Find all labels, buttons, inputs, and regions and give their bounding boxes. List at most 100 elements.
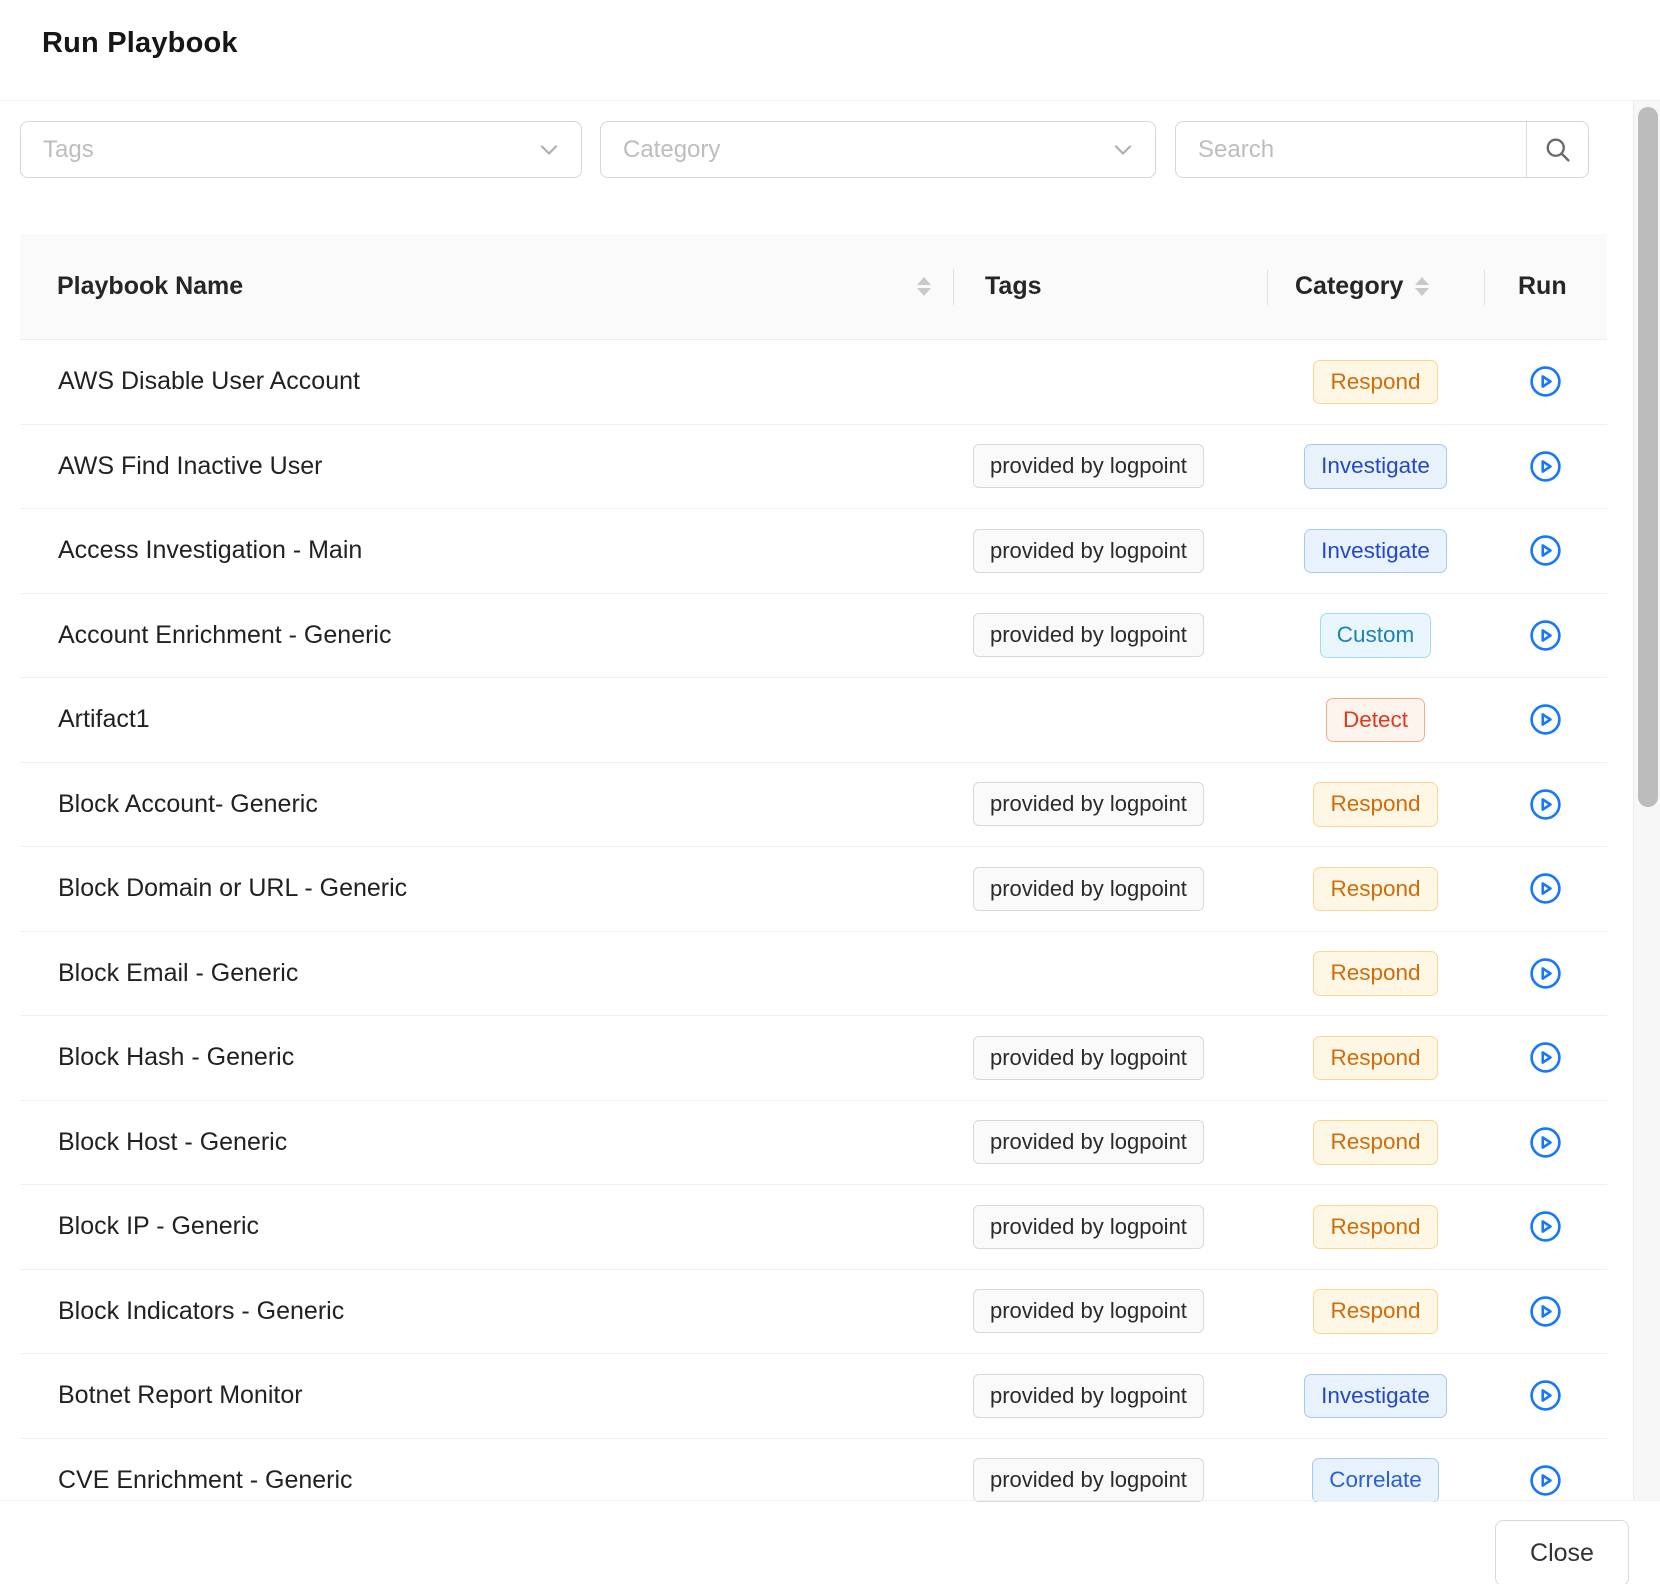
category-badge: Respond	[1313, 1289, 1437, 1334]
playbook-name: CVE Enrichment - Generic	[20, 1466, 953, 1495]
category-cell: Respond	[1267, 867, 1484, 912]
play-circle-icon	[1529, 365, 1562, 398]
category-badge: Investigate	[1304, 1374, 1447, 1419]
play-circle-icon	[1529, 1379, 1562, 1412]
tags-cell: provided by logpoint	[953, 867, 1267, 911]
run-playbook-button[interactable]	[1529, 957, 1562, 990]
category-cell: Respond	[1267, 951, 1484, 996]
column-divider	[953, 269, 954, 305]
run-cell	[1484, 619, 1607, 652]
playbook-name: Block Account- Generic	[20, 790, 953, 819]
run-playbook-button[interactable]	[1529, 1041, 1562, 1074]
search-button[interactable]	[1526, 122, 1588, 177]
category-filter-select[interactable]	[600, 121, 1156, 178]
tags-cell: provided by logpoint	[953, 444, 1267, 488]
run-playbook-button[interactable]	[1529, 365, 1562, 398]
category-cell: Correlate	[1267, 1458, 1484, 1502]
tags-cell: provided by logpoint	[953, 1205, 1267, 1249]
run-playbook-button[interactable]	[1529, 619, 1562, 652]
play-circle-icon	[1529, 1126, 1562, 1159]
run-playbook-button[interactable]	[1529, 1210, 1562, 1243]
column-header-playbook-name[interactable]: Playbook Name	[20, 272, 953, 301]
category-cell: Respond	[1267, 1036, 1484, 1081]
playbook-name-sorter[interactable]	[905, 234, 931, 339]
category-badge: Custom	[1320, 613, 1432, 658]
run-cell	[1484, 450, 1607, 483]
playbook-name: AWS Find Inactive User	[20, 452, 953, 481]
table-row: Block Account- Genericprovided by logpoi…	[20, 763, 1607, 848]
play-circle-icon	[1529, 957, 1562, 990]
column-header-category[interactable]: Category	[1267, 272, 1484, 301]
provided-by-logpoint-tag: provided by logpoint	[973, 1120, 1204, 1164]
run-playbook-button[interactable]	[1529, 872, 1562, 905]
playbook-name: Block Domain or URL - Generic	[20, 874, 953, 903]
play-circle-icon	[1529, 1210, 1562, 1243]
search-box[interactable]	[1175, 121, 1589, 178]
category-badge: Respond	[1313, 1120, 1437, 1165]
table-row: Block IP - Genericprovided by logpointRe…	[20, 1185, 1607, 1270]
provided-by-logpoint-tag: provided by logpoint	[973, 1289, 1204, 1333]
category-badge: Respond	[1313, 951, 1437, 996]
provided-by-logpoint-tag: provided by logpoint	[973, 444, 1204, 488]
run-cell	[1484, 1295, 1607, 1328]
table-row: Block Hash - Genericprovided by logpoint…	[20, 1016, 1607, 1101]
run-playbook-button[interactable]	[1529, 534, 1562, 567]
table-row: Block Host - Genericprovided by logpoint…	[20, 1101, 1607, 1186]
run-playbook-modal: Run Playbook Playbook Name Tags	[0, 0, 1660, 1584]
footer-divider	[0, 1500, 1660, 1501]
caret-up-down-icon	[917, 277, 931, 296]
provided-by-logpoint-tag: provided by logpoint	[973, 529, 1204, 573]
provided-by-logpoint-tag: provided by logpoint	[973, 1458, 1204, 1502]
playbook-name: Artifact1	[20, 705, 953, 734]
run-playbook-button[interactable]	[1529, 450, 1562, 483]
run-playbook-button[interactable]	[1529, 703, 1562, 736]
run-cell	[1484, 1379, 1607, 1412]
play-circle-icon	[1529, 788, 1562, 821]
tags-filter-select[interactable]	[20, 121, 582, 178]
tags-filter-input[interactable]	[21, 136, 537, 164]
run-cell	[1484, 703, 1607, 736]
column-header-run: Run	[1484, 272, 1607, 301]
table-row: Botnet Report Monitorprovided by logpoin…	[20, 1354, 1607, 1439]
provided-by-logpoint-tag: provided by logpoint	[973, 867, 1204, 911]
run-playbook-button[interactable]	[1529, 1295, 1562, 1328]
scrollbar-thumb[interactable]	[1638, 107, 1658, 807]
category-filter-input[interactable]	[601, 136, 1111, 164]
run-playbook-button[interactable]	[1529, 1126, 1562, 1159]
table-row: Artifact1Detect	[20, 678, 1607, 763]
play-circle-icon	[1529, 619, 1562, 652]
run-playbook-button[interactable]	[1529, 1464, 1562, 1497]
tags-cell: provided by logpoint	[953, 1036, 1267, 1080]
provided-by-logpoint-tag: provided by logpoint	[973, 613, 1204, 657]
category-cell: Respond	[1267, 782, 1484, 827]
run-cell	[1484, 1126, 1607, 1159]
playbook-name: Access Investigation - Main	[20, 536, 953, 565]
scrollbar-track[interactable]	[1633, 101, 1660, 1500]
category-cell: Respond	[1267, 1120, 1484, 1165]
category-cell: Respond	[1267, 1205, 1484, 1250]
table-row: Block Email - GenericRespond	[20, 932, 1607, 1017]
column-divider	[1484, 269, 1485, 305]
tags-cell: provided by logpoint	[953, 529, 1267, 573]
tags-cell: provided by logpoint	[953, 1374, 1267, 1418]
search-icon	[1543, 135, 1573, 165]
close-button[interactable]: Close	[1495, 1520, 1629, 1584]
column-header-tags: Tags	[953, 272, 1267, 301]
column-divider	[1267, 269, 1268, 305]
category-badge: Investigate	[1304, 529, 1447, 574]
run-playbook-button[interactable]	[1529, 788, 1562, 821]
playbook-name: Block Hash - Generic	[20, 1043, 953, 1072]
playbook-name: Account Enrichment - Generic	[20, 621, 953, 650]
play-circle-icon	[1529, 872, 1562, 905]
category-badge: Correlate	[1312, 1458, 1439, 1502]
modal-title: Run Playbook	[42, 27, 238, 60]
category-badge: Respond	[1313, 1036, 1437, 1081]
run-playbook-button[interactable]	[1529, 1379, 1562, 1412]
table-row: CVE Enrichment - Generic provided by logp…	[20, 1439, 1607, 1503]
table-row: Block Domain or URL - Generic provided by…	[20, 847, 1607, 932]
category-cell: Investigate	[1267, 529, 1484, 574]
tags-cell: provided by logpoint	[953, 1120, 1267, 1164]
table-row: AWS Disable User AccountRespond	[20, 340, 1607, 425]
play-circle-icon	[1529, 1464, 1562, 1497]
search-input[interactable]	[1176, 136, 1526, 164]
